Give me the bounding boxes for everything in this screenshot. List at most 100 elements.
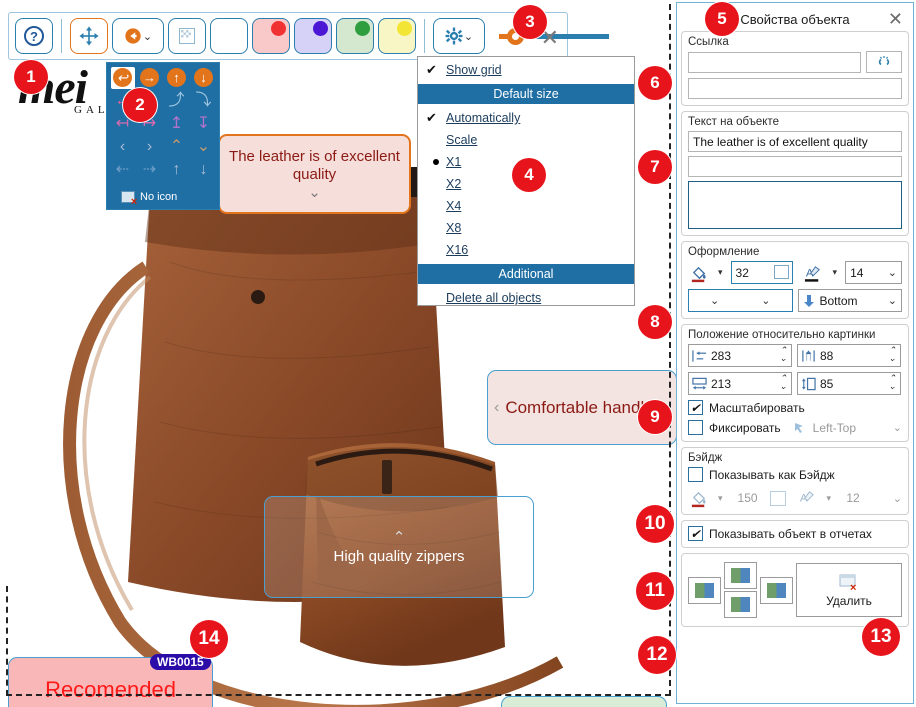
font-size-select[interactable]: 14 ⌄	[845, 261, 902, 284]
position-left-input[interactable]: 283 ⌃ ⌄	[688, 344, 792, 367]
stepper-arrows[interactable]: ⌃ ⌄	[888, 346, 896, 363]
annotation-leather[interactable]: The leather is of excellent quality ⌄	[218, 134, 411, 214]
menu-item-automatically[interactable]: ✔ Automatically	[418, 107, 634, 129]
annotation-zippers[interactable]: ⌃ High quality zippers	[264, 496, 534, 598]
link-pick-button[interactable]	[866, 51, 902, 73]
object-text-line2-input[interactable]	[688, 156, 902, 177]
icon-option-up-circle[interactable]: ↑	[165, 67, 189, 89]
text-style-select[interactable]: ⌄ ⌄	[688, 289, 793, 312]
chevron-down-icon[interactable]: ⌄	[893, 421, 902, 434]
font-color-button[interactable]: A	[803, 263, 825, 283]
delete-object-icon: ×	[839, 574, 856, 592]
object-text-area[interactable]	[688, 181, 902, 229]
badge-font-color-button[interactable]: A	[797, 488, 819, 508]
icon-picker-row: ‹ › ⌃ ⌄	[109, 135, 217, 158]
grid-pattern-icon	[179, 28, 195, 44]
icon-option-chevron-down[interactable]: ⌄	[192, 136, 216, 158]
show-in-reports-checkbox[interactable]: ✔	[688, 526, 703, 541]
badge-fill-color-button[interactable]	[688, 488, 710, 508]
fix-checkbox-row[interactable]: Фиксировать Left-Top ⌄	[688, 420, 902, 435]
object-height-value: 85	[820, 376, 834, 391]
stepper-arrows[interactable]: ⌃ ⌄	[779, 346, 787, 363]
pattern-icon[interactable]	[769, 490, 786, 506]
color-swatch-violet[interactable]	[294, 18, 332, 54]
menu-item-scale-x8[interactable]: X8	[418, 217, 634, 239]
icon-option-up-curve[interactable]: ⤴	[165, 90, 189, 112]
menu-item-scale[interactable]: Scale	[418, 129, 634, 151]
fill-opacity-input[interactable]: 32	[730, 261, 793, 284]
link-text-input[interactable]	[688, 78, 902, 99]
color-swatch-red[interactable]	[252, 18, 290, 54]
icon-option-down-plain[interactable]: ↓	[192, 159, 216, 181]
icon-option-none[interactable]: No icon	[109, 187, 217, 208]
object-height-input[interactable]: 85 ⌃ ⌄	[797, 372, 901, 395]
grid-button[interactable]	[168, 18, 206, 54]
show-as-badge-checkbox[interactable]	[688, 467, 703, 482]
align-up-object-button[interactable]	[724, 562, 757, 589]
icon-option-right-dashed[interactable]: ⇢	[138, 159, 162, 181]
align-down-object-button[interactable]	[724, 591, 757, 618]
icon-option-back[interactable]: ↩	[110, 66, 135, 89]
link-group: Ссылка	[681, 31, 909, 106]
undo-button[interactable]: ⌄	[112, 18, 164, 54]
show-in-reports-row[interactable]: ✔ Показывать объект в отчетах	[688, 526, 902, 541]
chevron-down-icon[interactable]: ▾	[833, 267, 838, 278]
pattern-icon[interactable]	[773, 265, 789, 279]
help-button[interactable]: ?	[15, 18, 53, 54]
object-text-line1-input[interactable]: The leather is of excellent quality	[688, 131, 902, 152]
chevron-down-icon[interactable]: ▾	[718, 267, 723, 278]
icon-picker-popup[interactable]: ↩ → ↑ ↓ ← → ⤴ ⤵ ↤ ↦ ↥ ↧ ‹ › ⌃ ⌄	[106, 62, 220, 210]
align-left-object-button[interactable]	[688, 577, 721, 604]
paint-bucket-icon	[691, 491, 706, 508]
menu-item-delete-all-objects[interactable]: Delete all objects	[418, 287, 634, 309]
position-top-input[interactable]: 88 ⌃ ⌄	[797, 344, 901, 367]
annotation-buy-now[interactable]: BUY NOW ➜	[501, 696, 667, 707]
icon-option-chevron-left[interactable]: ‹	[111, 136, 135, 158]
fix-checkbox-label: Фиксировать	[709, 420, 781, 435]
icon-option-down-curve[interactable]: ⤵	[192, 90, 216, 112]
chevron-down-icon[interactable]: ▾	[827, 493, 832, 504]
show-as-badge-row[interactable]: Показывать как Бэйдж	[688, 467, 902, 482]
color-swatch-green[interactable]	[336, 18, 374, 54]
move-button[interactable]	[70, 18, 108, 54]
svg-text:?: ?	[30, 29, 38, 44]
object-width-input[interactable]: 213 ⌃ ⌄	[688, 372, 792, 395]
text-align-select[interactable]: Bottom ⌄	[797, 289, 902, 312]
icon-option-up-bar[interactable]: ↥	[165, 113, 189, 135]
chevron-down-icon[interactable]: ▾	[718, 493, 723, 504]
icon-option-down-circle[interactable]: ↓	[192, 67, 216, 89]
icon-option-left-dashed[interactable]: ⇠	[111, 159, 135, 181]
color-swatch-white[interactable]	[210, 18, 248, 54]
stepper-arrows[interactable]: ⌃ ⌄	[779, 374, 787, 391]
decoration-row-1: ▾ 32 A ▾ 14 ⌄	[688, 261, 902, 284]
icon-option-right-circle[interactable]: →	[138, 67, 162, 89]
icon-option-chevron-up[interactable]: ⌃	[165, 136, 189, 158]
editor-area: The leather is of excellent quality ⌄ ‹ …	[0, 0, 676, 707]
delete-button[interactable]: × Удалить	[796, 563, 902, 617]
link-url-input[interactable]	[688, 51, 861, 73]
scale-checkbox-row[interactable]: ✔ Масштабировать	[688, 400, 902, 415]
badge-font-size-value[interactable]: 12	[839, 491, 867, 505]
fill-color-button[interactable]	[688, 263, 710, 283]
badge-opacity-value[interactable]: 150	[731, 491, 765, 505]
align-right-object-button[interactable]	[760, 577, 793, 604]
menu-item-label: X16	[446, 243, 469, 257]
close-icon[interactable]: ✕	[888, 9, 903, 30]
menu-item-scale-x4[interactable]: X4	[418, 195, 634, 217]
font-color-icon: A	[800, 491, 814, 504]
paint-bucket-icon	[691, 266, 706, 282]
menu-item-show-grid[interactable]: ✔ Show grid	[418, 59, 634, 81]
color-swatch-yellow[interactable]	[378, 18, 416, 54]
chevron-down-icon: ⌄	[463, 30, 474, 43]
fix-checkbox[interactable]	[688, 420, 703, 435]
badge-caption: Бэйдж	[688, 452, 723, 464]
menu-item-scale-x16[interactable]: X16	[418, 239, 634, 261]
stepper-arrows[interactable]: ⌃ ⌄	[888, 374, 896, 391]
scale-checkbox[interactable]: ✔	[688, 400, 703, 415]
no-icon-label: No icon	[140, 191, 178, 203]
settings-button[interactable]: ⌄	[433, 18, 485, 54]
icon-option-down-bar[interactable]: ↧	[192, 113, 216, 135]
icon-option-up-plain[interactable]: ↑	[165, 159, 189, 181]
icon-option-chevron-right[interactable]: ›	[138, 136, 162, 158]
chevron-down-icon[interactable]: ⌄	[893, 492, 902, 505]
